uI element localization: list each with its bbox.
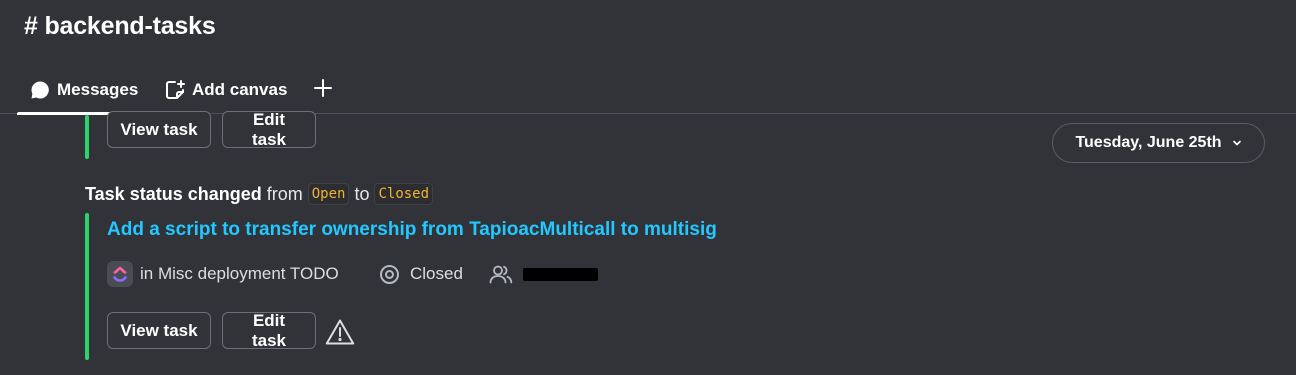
to-word: to <box>354 183 370 204</box>
from-status-code: Open <box>307 183 350 205</box>
date-label: Tuesday, June 25th <box>1075 134 1222 151</box>
task-list-label: in Misc deployment TODO <box>140 264 339 283</box>
from-word: from <box>266 183 303 204</box>
edit-task-button[interactable]: Edit task <box>222 110 316 149</box>
view-task-button[interactable]: View task <box>107 312 211 349</box>
edit-task-button[interactable]: Edit task <box>222 311 316 350</box>
people-icon <box>489 264 513 284</box>
warning-triangle-icon[interactable] <box>325 317 355 347</box>
task-status-info: Closed <box>379 260 463 288</box>
to-status-code: Closed <box>374 183 434 205</box>
chevron-down-icon <box>1232 139 1242 147</box>
tab-messages[interactable]: Messages <box>17 66 147 115</box>
task-status-label: Closed <box>410 264 463 283</box>
task-card-accent <box>85 213 89 360</box>
add-tab-button[interactable] <box>310 66 336 114</box>
channel-tabs: Messages Add canvas <box>0 66 1296 115</box>
tab-messages-label: Messages <box>57 80 139 99</box>
canvas-icon <box>164 79 186 101</box>
task-card-accent <box>85 115 89 159</box>
tab-add-canvas[interactable]: Add canvas <box>164 66 287 114</box>
clickup-logo-icon <box>107 261 133 287</box>
channel-view: # backend-tasks Messages Add canvas View… <box>0 0 1296 375</box>
channel-title: # backend-tasks <box>24 12 216 40</box>
task-title-link[interactable]: Add a script to transfer ownership from … <box>107 219 717 241</box>
date-divider-button[interactable]: Tuesday, June 25th <box>1052 123 1265 163</box>
chat-bubble-icon <box>29 79 51 101</box>
status-change-message: Task status changed from Open to Closed <box>85 180 438 208</box>
view-task-button[interactable]: View task <box>107 111 211 148</box>
task-assignee-info <box>489 260 598 288</box>
task-list-info: in Misc deployment TODO <box>107 260 339 288</box>
redacted-assignee <box>523 267 598 281</box>
status-change-prefix: Task status changed <box>85 183 262 204</box>
status-circle-icon <box>379 264 400 285</box>
plus-icon <box>314 78 332 102</box>
tab-add-canvas-label: Add canvas <box>192 80 288 99</box>
